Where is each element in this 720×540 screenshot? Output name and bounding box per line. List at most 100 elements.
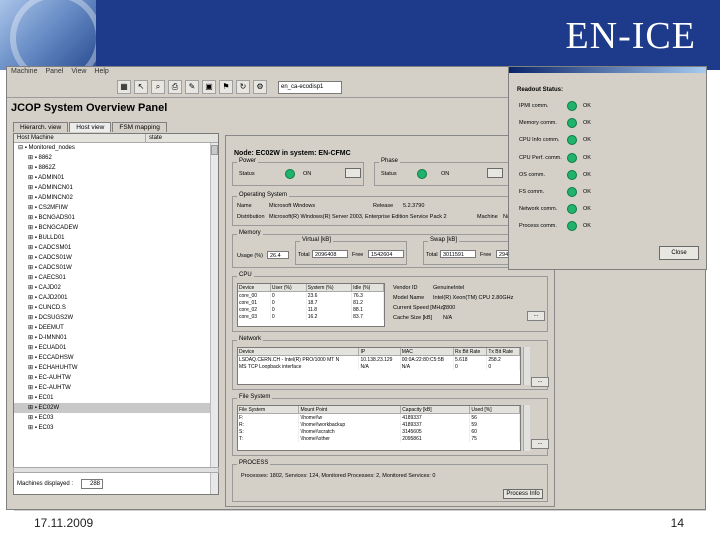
- tree-node[interactable]: ⊞ ▪ D-IMNN01: [14, 333, 218, 343]
- tree-node[interactable]: ⊞ ▪ DCSUGS2W: [14, 313, 218, 323]
- toolbar-edit-icon[interactable]: ✎: [185, 80, 199, 94]
- toolbar-grid-icon[interactable]: ▦: [117, 80, 131, 94]
- virtual-total-field[interactable]: 2096408: [312, 250, 348, 258]
- cpu-table-row[interactable]: core_03 0 16.2 83.7: [238, 313, 384, 320]
- expand-icon[interactable]: ⊞: [28, 255, 35, 261]
- expand-icon[interactable]: ⊞: [28, 335, 35, 341]
- expand-icon[interactable]: ⊞: [28, 295, 35, 301]
- tree-node[interactable]: ⊞ ▪ BCNGADS01: [14, 213, 218, 223]
- tree-node[interactable]: ⊞ ▪ EC-AUHTW: [14, 373, 218, 383]
- cpu-table-col-header[interactable]: User (%): [270, 284, 307, 292]
- tree-node[interactable]: ⊞ ▪ EC03: [14, 423, 218, 433]
- tree-node[interactable]: ⊞ ▪ EC03: [14, 413, 218, 423]
- toolbar-lock-icon[interactable]: ▣: [202, 80, 216, 94]
- network-scrollbar[interactable]: [523, 347, 530, 385]
- tree-scroll-thumb[interactable]: [211, 145, 218, 155]
- cpu-table-col-header[interactable]: System (%): [306, 284, 353, 292]
- filesystem-table-col-header[interactable]: Used [%]: [469, 406, 520, 414]
- expand-icon[interactable]: ⊞: [28, 185, 35, 191]
- expand-icon[interactable]: ⊟: [18, 145, 25, 151]
- expand-icon[interactable]: ⊞: [28, 155, 35, 161]
- expand-icon[interactable]: ⊞: [28, 175, 35, 181]
- expand-icon[interactable]: ⊞: [28, 355, 35, 361]
- toolbar-print-icon[interactable]: ⎙: [168, 80, 182, 94]
- tree-col-state[interactable]: state: [146, 134, 162, 142]
- memory-usage-field[interactable]: 26.4: [267, 251, 289, 259]
- network-table-col-header[interactable]: Tx Bit Rate: [486, 348, 520, 356]
- power-action-button[interactable]: [345, 168, 361, 178]
- tree-col-host[interactable]: Host Machine: [14, 134, 146, 142]
- tree-node[interactable]: ⊞ ▪ CS2MFIIW: [14, 203, 218, 213]
- menu-machine[interactable]: Machine: [11, 67, 37, 77]
- network-table-row[interactable]: MS TCP Loopback interface N/A N/A 0 0: [238, 363, 520, 370]
- expand-icon[interactable]: ⊞: [28, 375, 35, 381]
- filesystem-table-row[interactable]: T: \\home\\other 2095861 75: [238, 435, 520, 442]
- toolbar-pointer-icon[interactable]: ↖: [134, 80, 148, 94]
- close-button[interactable]: Close: [659, 246, 699, 260]
- tree-node[interactable]: ⊞ ▪ CADCSM01: [14, 243, 218, 253]
- filesystem-table-col-header[interactable]: Capacity [kB]: [400, 406, 471, 414]
- tree-node[interactable]: ⊞ ▪ ECUAD01: [14, 343, 218, 353]
- expand-icon[interactable]: ⊞: [28, 275, 35, 281]
- filesystem-table-col-header[interactable]: File System: [238, 406, 300, 414]
- expand-icon[interactable]: ⊞: [28, 385, 35, 391]
- expand-icon[interactable]: ⊞: [28, 405, 35, 411]
- tree-node[interactable]: ⊞ ▪ ADMINCN02: [14, 193, 218, 203]
- expand-icon[interactable]: ⊞: [28, 365, 35, 371]
- menu-view[interactable]: View: [71, 67, 86, 77]
- filesystem-table-row[interactable]: F: \\home\\w 4189337 56: [238, 413, 520, 421]
- tree-node[interactable]: ⊞ ▪ ECCADHSW: [14, 353, 218, 363]
- tree-horizontal-scrollbar[interactable]: [13, 467, 219, 473]
- tree-node[interactable]: ⊞ ▪ CADCS01W: [14, 253, 218, 263]
- virtual-free-field[interactable]: 1542604: [368, 250, 404, 258]
- network-table-row[interactable]: LSDAQ.CERN.CH - Intel(R) PRO/1000 MT N 10…: [238, 355, 520, 363]
- tree-node[interactable]: ⊞ ▪ CUNCD.S: [14, 303, 218, 313]
- phase-action-button[interactable]: [487, 168, 503, 178]
- expand-icon[interactable]: ⊞: [28, 205, 35, 211]
- swap-total-field[interactable]: 3011591: [440, 250, 476, 258]
- tree-node[interactable]: ⊞ ▪ DEEMUT: [14, 323, 218, 333]
- network-table-col-header[interactable]: Device: [238, 348, 360, 356]
- filesystem-scrollbar[interactable]: [523, 405, 530, 451]
- filesystem-table-col-header[interactable]: Mount Point: [298, 406, 402, 414]
- network-table-col-header[interactable]: MAC: [400, 348, 455, 356]
- tree-node[interactable]: ⊞ ▪ EC02W: [14, 403, 218, 413]
- tree-node[interactable]: ⊞ ▪ CAJD2001: [14, 293, 218, 303]
- tree-scrollbar[interactable]: [210, 143, 218, 494]
- expand-icon[interactable]: ⊞: [28, 215, 35, 221]
- network-more-button[interactable]: ...: [531, 377, 549, 387]
- system-select[interactable]: en_ca-ecodisp1: [278, 80, 342, 94]
- cpu-table-col-header[interactable]: Device: [238, 284, 271, 292]
- tab-fsm-mapping[interactable]: FSM mapping: [112, 122, 167, 132]
- tree-node[interactable]: ⊞ ▪ ADMINCN01: [14, 183, 218, 193]
- tree-node[interactable]: ⊞ ▪ 8862: [14, 153, 218, 163]
- expand-icon[interactable]: ⊞: [28, 285, 35, 291]
- filesystem-more-button[interactable]: ...: [531, 439, 549, 449]
- tree-node[interactable]: ⊞ ▪ BULLD01: [14, 233, 218, 243]
- filesystem-table-row[interactable]: S: \\home\\scratch 3145605 60: [238, 428, 520, 435]
- expand-icon[interactable]: ⊞: [28, 195, 35, 201]
- toolbar-flag-icon[interactable]: ⚑: [219, 80, 233, 94]
- expand-icon[interactable]: ⊞: [28, 265, 35, 271]
- expand-icon[interactable]: ⊞: [28, 315, 35, 321]
- cpu-more-button[interactable]: ...: [527, 311, 545, 321]
- expand-icon[interactable]: ⊞: [28, 165, 35, 171]
- toolbar-settings-icon[interactable]: ⚙: [253, 80, 267, 94]
- cpu-table-row[interactable]: core_00 0 23.6 76.3: [238, 291, 384, 299]
- toolbar-refresh-icon[interactable]: ↻: [236, 80, 250, 94]
- tree-node[interactable]: ⊞ ▪ CAJD02: [14, 283, 218, 293]
- menu-help[interactable]: Help: [94, 67, 108, 77]
- tab-hierarch-view[interactable]: Hierarch. view: [13, 122, 69, 132]
- expand-icon[interactable]: ⊞: [28, 415, 35, 421]
- tab-host-view[interactable]: Host view: [69, 122, 112, 132]
- process-info-button[interactable]: Process Info: [503, 489, 543, 499]
- expand-icon[interactable]: ⊞: [28, 235, 35, 241]
- expand-icon[interactable]: ⊞: [28, 425, 35, 431]
- tree-node[interactable]: ⊞ ▪ BCNGCADEW: [14, 223, 218, 233]
- expand-icon[interactable]: ⊞: [28, 245, 35, 251]
- network-table-col-header[interactable]: Rx Bit Rate: [453, 348, 488, 356]
- cpu-table-col-header[interactable]: Idle (%): [351, 284, 384, 292]
- network-table-col-header[interactable]: IP: [358, 348, 401, 356]
- toolbar-zoom-icon[interactable]: ⌕: [151, 80, 165, 94]
- cpu-table-row[interactable]: core_01 0 18.7 81.2: [238, 299, 384, 306]
